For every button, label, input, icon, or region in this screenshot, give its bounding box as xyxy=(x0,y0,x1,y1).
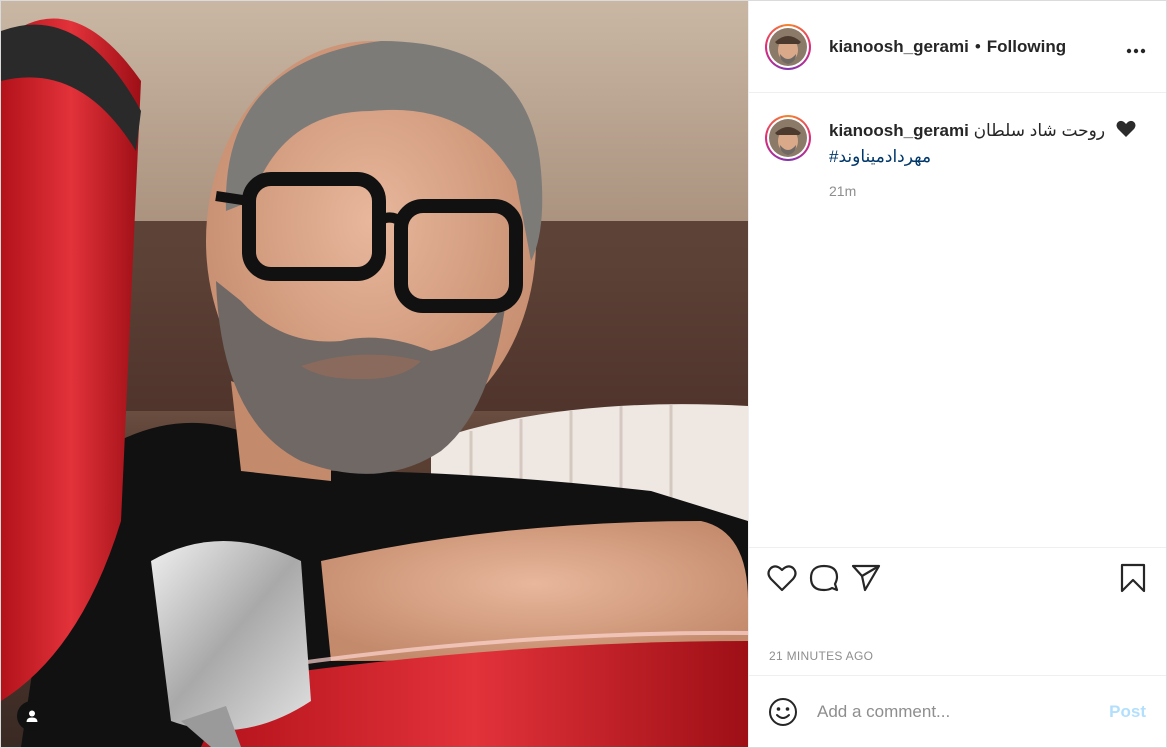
post-caption: kianoosh_gerami روحت شاد سلطان #مهردادمی… xyxy=(765,115,1146,199)
more-horizontal-icon[interactable] xyxy=(1126,36,1146,58)
caption-author-avatar[interactable] xyxy=(765,115,811,161)
comment-form: Post xyxy=(749,675,1166,747)
follow-separator: • xyxy=(974,36,981,56)
caption-username-link[interactable]: kianoosh_gerami xyxy=(829,121,969,140)
comments-area: kianoosh_gerami روحت شاد سلطان #مهردادمی… xyxy=(749,93,1166,547)
post-actions xyxy=(749,547,1166,607)
post-timestamp[interactable]: 21 MINUTES AGO xyxy=(769,649,873,663)
post-dialog: kianoosh_gerami • Following kianoosh_ger… xyxy=(0,0,1167,748)
post-meta: 21 MINUTES AGO xyxy=(749,607,1166,675)
post-side-panel: kianoosh_gerami • Following kianoosh_ger… xyxy=(748,1,1166,747)
photo-illustration xyxy=(1,1,748,747)
comment-icon[interactable] xyxy=(809,563,839,593)
user-tag-icon[interactable] xyxy=(17,701,47,731)
avatar-image xyxy=(769,27,807,66)
caption-hashtag-link[interactable]: #مهردادمیناوند xyxy=(829,145,1136,169)
heart-icon[interactable] xyxy=(767,563,797,593)
avatar-image xyxy=(769,119,807,157)
caption-text: روحت شاد سلطان xyxy=(973,121,1106,140)
post-photo[interactable] xyxy=(1,1,748,747)
smiley-icon[interactable] xyxy=(767,696,799,728)
bookmark-icon[interactable] xyxy=(1118,563,1148,593)
comment-input[interactable] xyxy=(815,700,1110,723)
post-header: kianoosh_gerami • Following xyxy=(749,1,1166,93)
author-username-link[interactable]: kianoosh_gerami xyxy=(829,37,969,57)
black-heart-icon xyxy=(1116,120,1136,145)
following-button[interactable]: Following xyxy=(987,37,1066,57)
post-comment-button[interactable]: Post xyxy=(1109,702,1146,722)
caption-time: 21m xyxy=(829,183,857,199)
paper-plane-icon[interactable] xyxy=(851,563,881,593)
author-avatar[interactable] xyxy=(765,23,811,70)
